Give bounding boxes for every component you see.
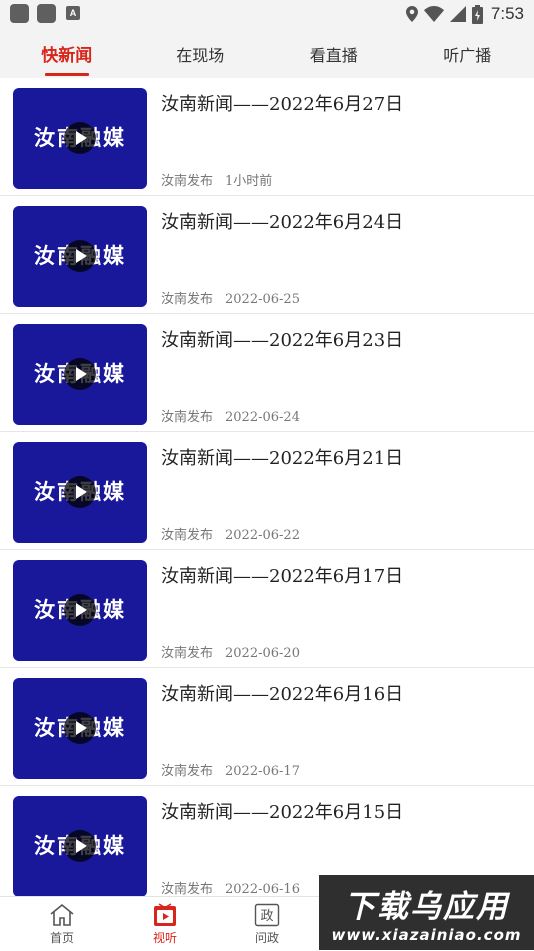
news-title[interactable]: 汝南新闻——2022年6月23日 xyxy=(161,326,520,352)
video-thumbnail[interactable]: 汝南融媒 xyxy=(13,678,147,779)
news-item[interactable]: 汝南融媒 汝南新闻——2022年6月17日 汝南发布 2022-06-20 xyxy=(0,550,534,668)
news-meta: 汝南发布 1小时前 xyxy=(161,170,272,189)
news-source: 汝南发布 xyxy=(161,646,213,661)
play-icon[interactable] xyxy=(64,240,96,272)
news-title[interactable]: 汝南新闻——2022年6月17日 xyxy=(161,562,520,588)
news-title[interactable]: 汝南新闻——2022年6月16日 xyxy=(161,680,520,706)
notification-icon xyxy=(37,4,56,23)
nav-gov[interactable]: 政 问政 xyxy=(237,903,297,946)
nav-gov-label: 问政 xyxy=(255,931,279,945)
play-icon[interactable] xyxy=(64,830,96,862)
news-meta: 汝南发布 2022-06-20 xyxy=(161,642,300,661)
news-time: 2022-06-25 xyxy=(225,292,300,307)
play-icon[interactable] xyxy=(64,122,96,154)
tab-radio[interactable]: 听广播 xyxy=(401,34,534,78)
nav-home[interactable]: 首页 xyxy=(32,903,92,946)
notification-icon xyxy=(10,4,29,23)
news-meta: 汝南发布 2022-06-22 xyxy=(161,524,300,543)
watermark: 下载乌应用 www.xiazainiao.com xyxy=(319,875,534,950)
watermark-url: www.xiazainiao.com xyxy=(319,926,534,944)
status-bar: A 7:53 xyxy=(0,0,534,34)
news-item[interactable]: 汝南融媒 汝南新闻——2022年6月16日 汝南发布 2022-06-17 xyxy=(0,668,534,786)
nav-home-label: 首页 xyxy=(50,931,74,945)
news-time: 2022-06-20 xyxy=(225,646,300,661)
video-play-icon xyxy=(152,903,178,927)
play-icon[interactable] xyxy=(64,358,96,390)
video-thumbnail[interactable]: 汝南融媒 xyxy=(13,560,147,661)
news-meta: 汝南发布 2022-06-24 xyxy=(161,406,300,425)
nav-video-label: 视听 xyxy=(153,931,177,945)
battery-icon xyxy=(472,5,483,24)
watermark-title: 下载乌应用 xyxy=(319,881,534,926)
news-time: 1小时前 xyxy=(225,174,272,189)
video-thumbnail[interactable]: 汝南融媒 xyxy=(13,206,147,307)
news-title[interactable]: 汝南新闻——2022年6月21日 xyxy=(161,444,520,470)
news-source: 汝南发布 xyxy=(161,882,213,897)
nav-video[interactable]: 视听 xyxy=(135,903,195,946)
notification-badge-icon: A xyxy=(66,6,80,20)
news-item[interactable]: 汝南融媒 汝南新闻——2022年6月23日 汝南发布 2022-06-24 xyxy=(0,314,534,432)
news-source: 汝南发布 xyxy=(161,410,213,425)
video-thumbnail[interactable]: 汝南融媒 xyxy=(13,796,147,897)
news-time: 2022-06-17 xyxy=(225,764,300,779)
news-list: 汝南融媒 汝南新闻——2022年6月27日 汝南发布 1小时前 汝南融媒 汝南新闻… xyxy=(0,78,534,904)
location-icon xyxy=(406,6,418,22)
cellular-signal-icon xyxy=(450,6,466,22)
play-icon[interactable] xyxy=(64,476,96,508)
news-item[interactable]: 汝南融媒 汝南新闻——2022年6月27日 汝南发布 1小时前 xyxy=(0,78,534,196)
play-icon[interactable] xyxy=(64,712,96,744)
wifi-icon xyxy=(424,6,444,22)
home-icon xyxy=(49,903,75,927)
gov-icon-char: 政 xyxy=(260,909,273,924)
gov-icon: 政 xyxy=(254,903,280,927)
news-item[interactable]: 汝南融媒 汝南新闻——2022年6月24日 汝南发布 2022-06-25 xyxy=(0,196,534,314)
news-item[interactable]: 汝南融媒 汝南新闻——2022年6月21日 汝南发布 2022-06-22 xyxy=(0,432,534,550)
news-meta: 汝南发布 2022-06-25 xyxy=(161,288,300,307)
news-time: 2022-06-16 xyxy=(225,882,300,897)
news-source: 汝南发布 xyxy=(161,764,213,779)
play-icon[interactable] xyxy=(64,594,96,626)
video-thumbnail[interactable]: 汝南融媒 xyxy=(13,88,147,189)
news-title[interactable]: 汝南新闻——2022年6月15日 xyxy=(161,798,520,824)
video-thumbnail[interactable]: 汝南融媒 xyxy=(13,442,147,543)
news-source: 汝南发布 xyxy=(161,528,213,543)
news-time: 2022-06-24 xyxy=(225,410,300,425)
news-source: 汝南发布 xyxy=(161,292,213,307)
news-meta: 汝南发布 2022-06-17 xyxy=(161,760,300,779)
tab-on-site[interactable]: 在现场 xyxy=(134,34,268,78)
news-source: 汝南发布 xyxy=(161,174,213,189)
news-meta: 汝南发布 2022-06-16 xyxy=(161,878,300,897)
top-tab-bar: 快新闻 在现场 看直播 听广播 xyxy=(0,34,534,78)
video-thumbnail[interactable]: 汝南融媒 xyxy=(13,324,147,425)
tab-live[interactable]: 看直播 xyxy=(267,34,401,78)
news-title[interactable]: 汝南新闻——2022年6月27日 xyxy=(161,90,520,116)
news-time: 2022-06-22 xyxy=(225,528,300,543)
tab-quick-news[interactable]: 快新闻 xyxy=(0,34,134,78)
news-title[interactable]: 汝南新闻——2022年6月24日 xyxy=(161,208,520,234)
status-time: 7:53 xyxy=(491,4,524,24)
